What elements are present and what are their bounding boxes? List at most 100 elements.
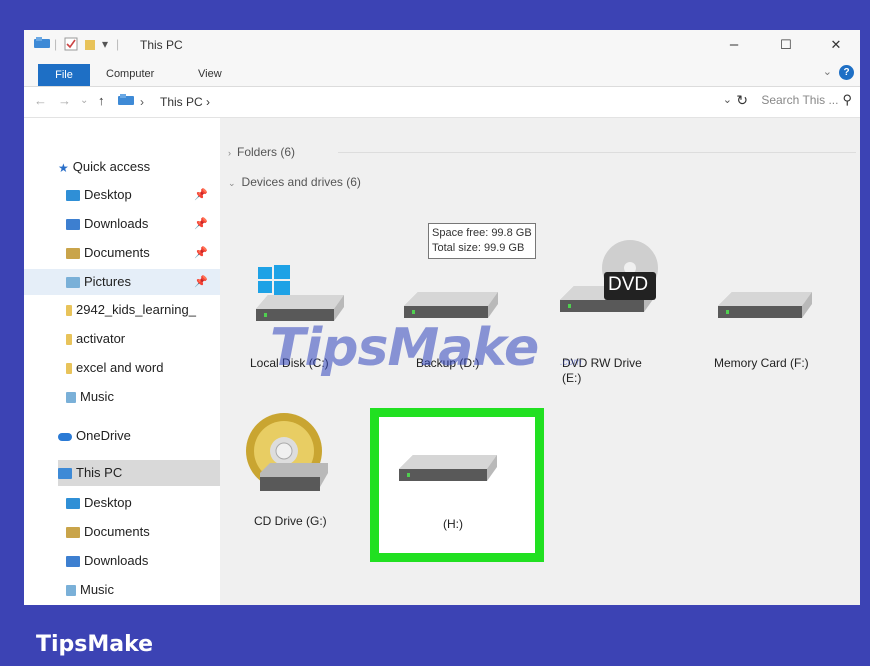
nav-label: Documents (84, 245, 150, 260)
nav-label: Pictures (84, 274, 131, 289)
music-icon (66, 392, 76, 404)
qa-separator: | (54, 37, 58, 51)
nav-label: activator (76, 331, 126, 346)
nav-this-pc[interactable]: This PC (58, 460, 220, 486)
pin-icon[interactable]: 📌 (194, 182, 208, 208)
nav-pc-documents[interactable]: Documents (66, 519, 150, 545)
address-bar: ← → ⌄ ↑ › This PC › ⌄ ↻ Search This ... ⚲ (24, 87, 860, 118)
group-rule (338, 152, 856, 153)
group-devices-and-drives[interactable]: ⌄ Devices and drives (6) (228, 172, 860, 192)
breadcrumb-label: This PC (160, 95, 203, 109)
nav-quick-access[interactable]: ★ Quick access (58, 154, 150, 180)
properties-icon[interactable] (64, 37, 78, 54)
documents-icon (66, 527, 80, 539)
pin-icon[interactable]: 📌 (194, 211, 208, 237)
tooltip-total-size: Total size: 99.9 GB (432, 242, 525, 254)
navigation-pane: ★ Quick access Desktop 📌 Downloads 📌 Docu… (24, 118, 220, 605)
drive-tooltip: Space free: 99.8 GB Total size: 99.9 GB (428, 223, 536, 259)
address-dropdown[interactable]: ⌄ (723, 93, 732, 106)
cloud-icon (58, 432, 72, 441)
nav-label: Desktop (84, 187, 132, 202)
drive-g-label: CD Drive (G:) (254, 514, 327, 528)
search-box[interactable]: Search This ... ⚲ (761, 92, 852, 108)
nav-folder-excel-and-word[interactable]: excel and word (66, 355, 163, 381)
pin-icon[interactable]: 📌 (194, 269, 208, 295)
ribbon-collapse-chevron[interactable]: ⌄ (823, 65, 832, 78)
explorer-icon (34, 37, 50, 53)
qa-separator-2: | (116, 37, 120, 51)
nav-pc-downloads[interactable]: Downloads (66, 548, 148, 574)
hard-drive-icon (399, 455, 497, 481)
nav-documents[interactable]: Documents (66, 240, 150, 266)
close-button[interactable]: ✕ (816, 34, 856, 56)
new-folder-icon[interactable] (84, 37, 96, 54)
recent-locations-dropdown[interactable]: ⌄ (80, 95, 88, 106)
nav-label: Desktop (84, 495, 132, 510)
minimize-button[interactable]: – (714, 34, 754, 56)
this-pc-breadcrumb-icon (118, 94, 134, 110)
nav-label: OneDrive (76, 428, 131, 443)
tab-computer[interactable]: Computer (106, 64, 154, 84)
watermark: TipsMake (270, 318, 539, 378)
maximize-button[interactable]: ☐ (766, 34, 806, 56)
desktop-icon (66, 190, 80, 202)
nav-pictures[interactable]: Pictures (24, 269, 220, 295)
nav-music[interactable]: Music (66, 384, 114, 410)
group-folders[interactable]: › Folders (6) (228, 142, 860, 162)
tab-view[interactable]: View (198, 64, 222, 84)
pc-icon (58, 468, 72, 480)
group-label: Folders (6) (237, 145, 296, 159)
back-button[interactable]: ← (34, 93, 47, 108)
qa-customize-dropdown[interactable]: ▾ (102, 37, 108, 51)
nav-label: Music (80, 389, 114, 404)
folder-icon (66, 305, 72, 317)
group-label: Devices and drives (6) (241, 175, 361, 189)
nav-onedrive[interactable]: OneDrive (58, 423, 131, 449)
chevron-down-icon: ⌄ (228, 178, 236, 188)
breadcrumb-this-pc[interactable]: This PC › (160, 95, 210, 109)
pin-icon[interactable]: 📌 (194, 240, 208, 266)
chevron-right-icon: › (228, 148, 231, 158)
documents-icon (66, 248, 80, 260)
tooltip-space-free: Space free: 99.8 GB (432, 227, 532, 239)
search-input[interactable]: Search This ... (761, 93, 838, 107)
pictures-icon (66, 277, 80, 289)
nav-label: Quick access (72, 159, 151, 174)
drive-h-label: (H:) (443, 517, 463, 531)
drive-e[interactable]: DVD (560, 240, 672, 325)
nav-pc-desktop[interactable]: Desktop (66, 490, 132, 516)
refresh-icon[interactable]: ↻ (736, 92, 748, 109)
help-icon[interactable]: ? (839, 65, 854, 80)
root-separator[interactable]: › (140, 95, 144, 109)
hard-drive-icon (718, 292, 812, 318)
ribbon: File Computer View ⌄ ? (24, 60, 860, 87)
nav-folder-activator[interactable]: activator (66, 326, 125, 352)
drive-f[interactable] (718, 286, 814, 337)
nav-folder-kids-learning[interactable]: 2942_kids_learning_ (66, 297, 220, 323)
up-button[interactable]: ↑ (98, 93, 105, 108)
nav-pc-music[interactable]: Music (66, 577, 114, 603)
nav-desktop[interactable]: Desktop (66, 182, 132, 208)
nav-label: Music (80, 582, 114, 597)
cd-disc-icon (246, 413, 328, 491)
nav-label: Downloads (84, 216, 149, 231)
window-title: This PC (140, 38, 183, 52)
folder-icon (66, 334, 72, 346)
search-icon: ⚲ (842, 92, 852, 107)
folder-icon (66, 363, 72, 375)
forward-button[interactable]: → (58, 93, 71, 108)
drive-g[interactable] (244, 411, 340, 516)
star-icon: ★ (58, 160, 69, 175)
nav-label: Documents (84, 524, 150, 539)
tab-file[interactable]: File (38, 64, 90, 86)
nav-label: 2942_kids_learning_ (76, 302, 196, 317)
brand-logo: TipsMake (36, 632, 154, 657)
nav-downloads[interactable]: Downloads (66, 211, 148, 237)
nav-label: Downloads (84, 553, 149, 568)
desktop-icon (66, 498, 80, 510)
page-frame: | ▾ | This PC – ☐ ✕ File Computer View ⌄… (0, 0, 870, 666)
drive-f-label: Memory Card (F:) (714, 356, 809, 370)
title-bar: | ▾ | This PC – ☐ ✕ (24, 30, 860, 60)
music-icon (66, 585, 76, 597)
drive-h-highlight[interactable]: (H:) (370, 408, 544, 562)
